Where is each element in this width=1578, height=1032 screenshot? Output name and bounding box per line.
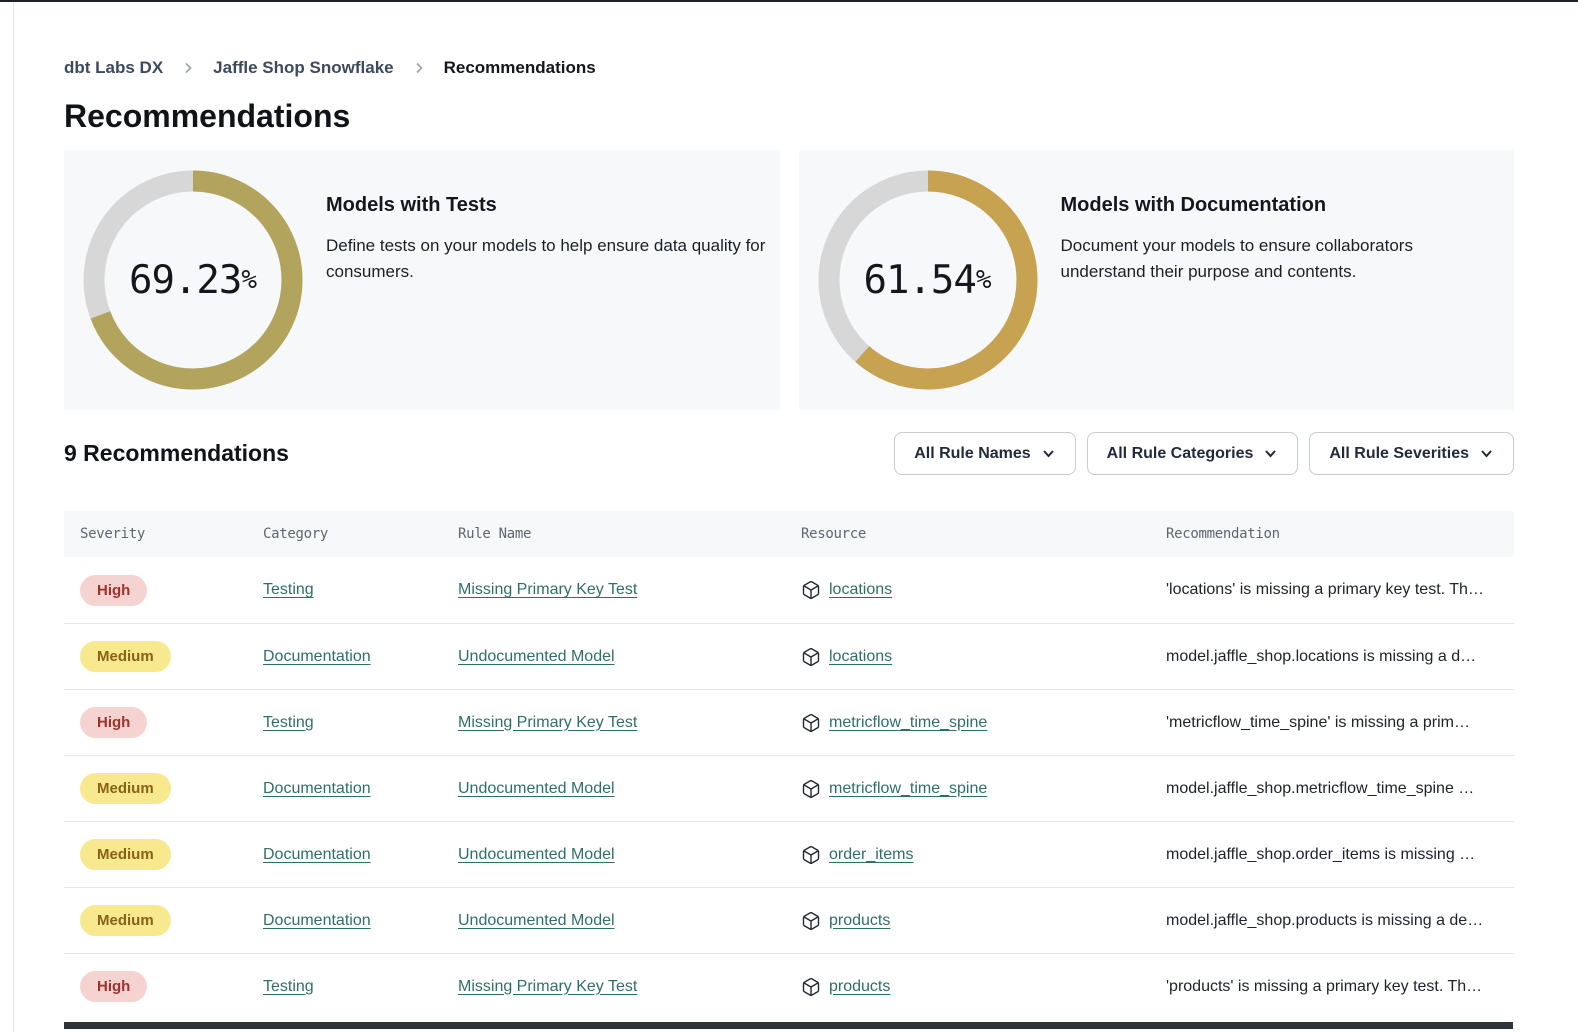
- table-row: Medium Documentation Undocumented Model …: [64, 755, 1514, 821]
- column-header-severity: Severity: [64, 526, 247, 542]
- rule-name-link[interactable]: Missing Primary Key Test: [458, 714, 637, 731]
- category-link[interactable]: Testing: [263, 714, 314, 731]
- recommendation-text: model.jaffle_shop.products is missing a …: [1166, 912, 1483, 929]
- table-row: High Testing Missing Primary Key Test me…: [64, 689, 1514, 755]
- severity-badge: Medium: [80, 905, 171, 936]
- table-row: High Testing Missing Primary Key Test lo…: [64, 557, 1514, 623]
- chevron-down-icon: [1263, 446, 1278, 461]
- chevron-down-icon: [1479, 446, 1494, 461]
- column-header-category: Category: [247, 526, 442, 542]
- category-link[interactable]: Testing: [263, 978, 314, 995]
- table-row: Medium Documentation Undocumented Model …: [64, 821, 1514, 887]
- severity-badge: Medium: [80, 839, 171, 870]
- tests-percent-value: 69.23%: [83, 170, 303, 390]
- rule-name-link[interactable]: Undocumented Model: [458, 648, 615, 665]
- resource-link[interactable]: locations: [829, 581, 892, 599]
- summary-cards: 69.23% Models with Tests Define tests on…: [64, 150, 1514, 410]
- category-link[interactable]: Testing: [263, 581, 314, 598]
- severity-badge: High: [80, 971, 147, 1002]
- chevron-down-icon: [1041, 446, 1056, 461]
- filter-rule-names-dropdown[interactable]: All Rule Names: [894, 432, 1075, 475]
- recommendation-text: model.jaffle_shop.locations is missing a…: [1166, 648, 1476, 665]
- category-link[interactable]: Documentation: [263, 780, 371, 797]
- model-cube-icon: [801, 779, 821, 799]
- breadcrumb-item-project[interactable]: Jaffle Shop Snowflake: [213, 58, 393, 78]
- column-header-rule-name: Rule Name: [442, 526, 785, 542]
- severity-badge: Medium: [80, 641, 171, 672]
- breadcrumb-item-account[interactable]: dbt Labs DX: [64, 58, 163, 78]
- resource-link[interactable]: locations: [829, 648, 892, 666]
- breadcrumb-item-current: Recommendations: [444, 58, 596, 78]
- model-cube-icon: [801, 977, 821, 997]
- resource-link[interactable]: order_items: [829, 846, 913, 864]
- model-cube-icon: [801, 845, 821, 865]
- model-cube-icon: [801, 713, 821, 733]
- table-row: High Testing Missing Primary Key Test pr…: [64, 953, 1514, 1019]
- recommendation-text: 'locations' is missing a primary key tes…: [1166, 581, 1484, 598]
- model-cube-icon: [801, 580, 821, 600]
- models-with-tests-card: 69.23% Models with Tests Define tests on…: [64, 150, 780, 410]
- filter-bar: All Rule Names All Rule Categories All R…: [894, 432, 1514, 475]
- column-header-resource: Resource: [785, 526, 1150, 542]
- filter-rule-categories-dropdown[interactable]: All Rule Categories: [1087, 432, 1299, 475]
- recommendation-text: model.jaffle_shop.metricflow_time_spine …: [1166, 780, 1474, 797]
- bottom-cutoff-bar: [64, 1022, 1513, 1029]
- column-header-recommendation: Recommendation: [1150, 526, 1514, 542]
- recommendation-text: 'products' is missing a primary key test…: [1166, 978, 1482, 995]
- category-link[interactable]: Documentation: [263, 846, 371, 863]
- card-description: Document your models to ensure collabora…: [1061, 233, 1453, 285]
- severity-badge: High: [80, 575, 147, 606]
- severity-badge: Medium: [80, 773, 171, 804]
- model-cube-icon: [801, 647, 821, 667]
- category-link[interactable]: Documentation: [263, 648, 371, 665]
- model-cube-icon: [801, 911, 821, 931]
- resource-link[interactable]: products: [829, 978, 890, 996]
- page-title: Recommendations: [64, 96, 1514, 136]
- panel-left-divider: [13, 0, 14, 1032]
- chevron-right-icon: [412, 61, 426, 75]
- recommendations-page: dbt Labs DX Jaffle Shop Snowflake Recomm…: [0, 0, 1578, 1019]
- documentation-percent-value: 61.54%: [818, 170, 1038, 390]
- recommendation-text: model.jaffle_shop.order_items is missing…: [1166, 846, 1475, 863]
- rule-name-link[interactable]: Undocumented Model: [458, 780, 615, 797]
- chevron-right-icon: [181, 61, 195, 75]
- recommendation-text: 'metricflow_time_spine' is missing a pri…: [1166, 714, 1470, 731]
- card-title: Models with Documentation: [1061, 194, 1453, 217]
- window-top-edge: [0, 0, 1578, 2]
- breadcrumb: dbt Labs DX Jaffle Shop Snowflake Recomm…: [64, 58, 1514, 78]
- category-link[interactable]: Documentation: [263, 912, 371, 929]
- documentation-donut-chart: 61.54%: [818, 170, 1038, 390]
- filter-label: All Rule Categories: [1107, 445, 1254, 463]
- filter-label: All Rule Names: [914, 445, 1030, 463]
- card-title: Models with Tests: [326, 194, 780, 217]
- rule-name-link[interactable]: Missing Primary Key Test: [458, 978, 637, 995]
- resource-link[interactable]: products: [829, 912, 890, 930]
- filter-label: All Rule Severities: [1329, 445, 1469, 463]
- filter-rule-severities-dropdown[interactable]: All Rule Severities: [1309, 432, 1514, 475]
- table-header-row: Severity Category Rule Name Resource Rec…: [64, 511, 1514, 557]
- rule-name-link[interactable]: Undocumented Model: [458, 912, 615, 929]
- tests-donut-chart: 69.23%: [83, 170, 303, 390]
- list-header: 9 Recommendations All Rule Names All Rul…: [64, 432, 1514, 475]
- models-with-documentation-card: 61.54% Models with Documentation Documen…: [799, 150, 1515, 410]
- card-description: Define tests on your models to help ensu…: [326, 233, 780, 285]
- table-row: Medium Documentation Undocumented Model …: [64, 887, 1514, 953]
- recommendations-count: 9 Recommendations: [64, 440, 289, 467]
- table-row: Medium Documentation Undocumented Model …: [64, 623, 1514, 689]
- rule-name-link[interactable]: Undocumented Model: [458, 846, 615, 863]
- resource-link[interactable]: metricflow_time_spine: [829, 780, 987, 798]
- severity-badge: High: [80, 707, 147, 738]
- rule-name-link[interactable]: Missing Primary Key Test: [458, 581, 637, 598]
- resource-link[interactable]: metricflow_time_spine: [829, 714, 987, 732]
- table-body: High Testing Missing Primary Key Test lo…: [64, 557, 1514, 1019]
- recommendations-table: Severity Category Rule Name Resource Rec…: [64, 511, 1514, 1019]
